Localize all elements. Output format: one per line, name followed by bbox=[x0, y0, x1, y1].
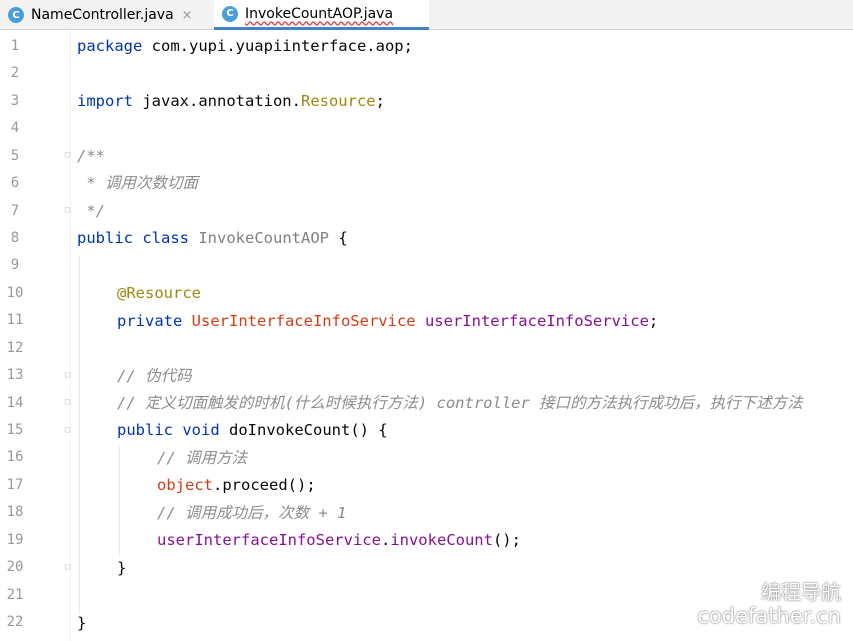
field-name: userInterfaceInfoService bbox=[415, 312, 649, 330]
line-number: 14 bbox=[6, 395, 24, 411]
code-line-3[interactable]: import javax.annotation.Resource; bbox=[77, 88, 853, 115]
code-line-17[interactable]: object.proceed(); bbox=[157, 472, 853, 499]
line-number: 17 bbox=[6, 477, 24, 493]
indent-guide bbox=[119, 446, 120, 556]
code-text: . bbox=[380, 531, 391, 549]
annotation: @Resource bbox=[117, 284, 201, 302]
code-text: (); bbox=[492, 531, 521, 549]
tab-label: InvokeCountAOP.java bbox=[245, 5, 394, 22]
line-number: 6 bbox=[10, 175, 20, 191]
fold-close-icon[interactable]: ▢ bbox=[63, 398, 72, 407]
type-name: UserInterfaceInfoService bbox=[182, 312, 416, 330]
fold-open-icon[interactable]: ▢ bbox=[63, 371, 72, 380]
code-line-11[interactable]: private UserInterfaceInfoService userInt… bbox=[117, 308, 853, 335]
field-name: userInterfaceInfoService bbox=[157, 531, 381, 549]
method-call: invokeCount bbox=[390, 531, 493, 549]
keyword: class bbox=[133, 229, 189, 247]
line-number-gutter: 1 2 3 4 5 6 7 8 9 10 11 12 13 14 15 16 1… bbox=[0, 30, 70, 641]
code-line-1[interactable]: package com.yupi.yuapiinterface.aop; bbox=[77, 33, 853, 60]
tab-name-controller[interactable]: C NameController.java × bbox=[8, 0, 208, 30]
line-number: 16 bbox=[6, 449, 24, 465]
code-line-5[interactable]: /** bbox=[77, 143, 853, 170]
tab-invoke-count-aop[interactable]: C InvokeCountAOP.java bbox=[214, 0, 429, 30]
line-number: 2 bbox=[10, 65, 20, 81]
java-class-icon: C bbox=[8, 7, 24, 23]
gutter-separator bbox=[70, 30, 71, 641]
code-text: com.yupi.yuapiinterface.aop; bbox=[142, 37, 413, 55]
line-number: 7 bbox=[10, 203, 20, 219]
code-line-7[interactable]: */ bbox=[77, 198, 853, 225]
code-line-10[interactable]: @Resource bbox=[117, 280, 853, 307]
code-text: { bbox=[328, 229, 348, 247]
code-text: doInvokeCount() { bbox=[219, 421, 388, 439]
code-text: ; bbox=[648, 312, 659, 330]
java-class-icon: C bbox=[222, 5, 238, 22]
code-line-19[interactable]: userInterfaceInfoService.invokeCount(); bbox=[157, 527, 853, 554]
code-line-16[interactable]: // 调用方法 bbox=[157, 445, 853, 472]
line-number: 15 bbox=[6, 422, 24, 438]
line-number: 3 bbox=[10, 93, 20, 109]
watermark-domain: codefather.cn bbox=[697, 604, 841, 628]
keyword: public bbox=[77, 229, 133, 247]
keyword: private bbox=[117, 312, 183, 330]
code-line-13[interactable]: // 伪代码 bbox=[117, 363, 853, 390]
code-text: .proceed(); bbox=[213, 476, 316, 494]
line-number: 22 bbox=[6, 614, 24, 630]
code-line-18[interactable]: // 调用成功后，次数 + 1 bbox=[157, 500, 853, 527]
fold-open-icon[interactable]: ▢ bbox=[63, 151, 72, 160]
code-line-14[interactable]: // 定义切面触发的时机(什么时候执行方法) controller 接口的方法执… bbox=[117, 390, 853, 417]
line-number: 11 bbox=[6, 312, 24, 328]
close-icon[interactable]: × bbox=[182, 8, 193, 23]
line-number: 8 bbox=[10, 230, 20, 246]
line-number: 18 bbox=[6, 504, 24, 520]
variable-name: object bbox=[157, 476, 213, 494]
indent-guide bbox=[79, 256, 80, 614]
code-text: ; bbox=[375, 92, 385, 110]
line-number: 21 bbox=[6, 587, 24, 603]
keyword: package bbox=[77, 37, 143, 55]
line-number: 10 bbox=[6, 285, 24, 301]
keyword: public bbox=[117, 421, 173, 439]
line-number: 19 bbox=[6, 532, 24, 548]
class-name: InvokeCountAOP bbox=[189, 229, 329, 247]
code-text: javax.annotation. bbox=[133, 92, 301, 110]
fold-close-icon[interactable]: ▢ bbox=[63, 206, 72, 215]
line-number: 1 bbox=[10, 38, 20, 54]
line-number: 4 bbox=[10, 120, 20, 136]
code-line-15[interactable]: public void doInvokeCount() { bbox=[117, 417, 853, 444]
code-line-20[interactable]: } bbox=[117, 555, 853, 582]
tab-label: NameController.java bbox=[31, 7, 174, 23]
fold-open-icon[interactable]: ▢ bbox=[63, 426, 72, 435]
line-number: 20 bbox=[6, 559, 24, 575]
code-line-8[interactable]: public class InvokeCountAOP { bbox=[77, 225, 853, 252]
line-number: 9 bbox=[10, 257, 20, 273]
fold-close-icon[interactable]: ▢ bbox=[63, 563, 72, 572]
code-line-6[interactable]: * 调用次数切面 bbox=[77, 170, 853, 197]
line-number: 5 bbox=[10, 148, 20, 164]
line-number: 12 bbox=[6, 340, 24, 356]
line-number: 13 bbox=[6, 367, 24, 383]
class-reference: Resource bbox=[300, 92, 376, 110]
editor-tab-bar: C NameController.java × C InvokeCountAOP… bbox=[0, 0, 853, 30]
keyword: import bbox=[77, 92, 133, 110]
keyword: void bbox=[173, 421, 220, 439]
watermark-title: 编程导航 bbox=[761, 580, 841, 604]
